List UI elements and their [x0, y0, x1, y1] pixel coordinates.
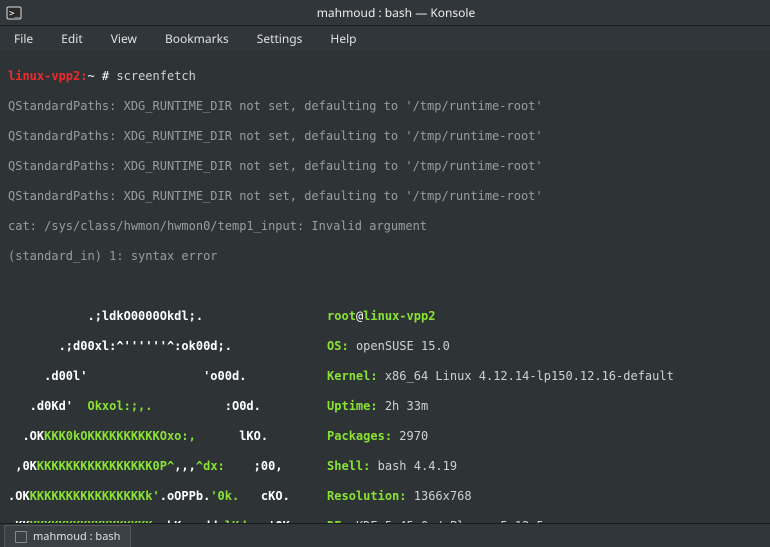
info-kernel-value: x86_64 Linux 4.12.14-lp150.12.16-default [378, 369, 674, 383]
prompt-hash: ~ # [87, 69, 109, 83]
menu-bar: File Edit View Bookmarks Settings Help [0, 26, 770, 50]
menu-edit[interactable]: Edit [55, 27, 88, 50]
info-packages-value: 2970 [392, 429, 428, 443]
window-title: mahmoud : bash — Konsole [22, 4, 770, 21]
info-shell-value: bash 4.4.19 [370, 459, 457, 473]
terminal-tab[interactable]: mahmoud : bash [4, 525, 131, 547]
menu-file[interactable]: File [8, 27, 39, 50]
info-host: linux-vpp2 [363, 309, 435, 323]
warn-line: QStandardPaths: XDG_RUNTIME_DIR not set,… [8, 159, 762, 174]
warn-line: cat: /sys/class/hwmon/hwmon0/temp1_input… [8, 219, 762, 234]
warn-line: QStandardPaths: XDG_RUNTIME_DIR not set,… [8, 99, 762, 114]
warn-line: QStandardPaths: XDG_RUNTIME_DIR not set,… [8, 189, 762, 204]
tab-label: mahmoud : bash [33, 529, 120, 544]
konsole-app-icon: >_ [6, 5, 22, 21]
info-kernel-label: Kernel: [327, 369, 378, 383]
info-uptime-label: Uptime: [327, 399, 378, 413]
info-os-label: OS: [327, 339, 349, 353]
menu-bookmarks[interactable]: Bookmarks [159, 27, 235, 50]
screenfetch-output: .;ldkO0000Okdl;. .;d00xl:^''''''^:ok00d;… [8, 294, 762, 523]
title-bar: >_ mahmoud : bash — Konsole [0, 0, 770, 26]
info-resolution-label: Resolution: [327, 489, 406, 503]
prompt-host: linux-vpp2: [8, 69, 87, 83]
prompt-command: screenfetch [116, 69, 195, 83]
close-tab-icon[interactable] [15, 531, 27, 543]
menu-view[interactable]: View [105, 27, 143, 50]
terminal[interactable]: linux-vpp2:~ # screenfetch QStandardPath… [0, 50, 770, 523]
info-shell-label: Shell: [327, 459, 370, 473]
info-os-value: openSUSE 15.0 [349, 339, 450, 353]
info-resolution-value: 1366x768 [407, 489, 472, 503]
info-user: root [327, 309, 356, 323]
info-packages-label: Packages: [327, 429, 392, 443]
info-uptime-value: 2h 33m [378, 399, 429, 413]
warn-line: (standard_in) 1: syntax error [8, 249, 762, 264]
warn-line: QStandardPaths: XDG_RUNTIME_DIR not set,… [8, 129, 762, 144]
menu-help[interactable]: Help [324, 27, 362, 50]
system-info: root@linux-vpp2 OS: openSUSE 15.0 Kernel… [297, 294, 674, 523]
tab-bar: mahmoud : bash [0, 523, 770, 547]
menu-settings[interactable]: Settings [251, 27, 309, 50]
svg-text:>_: >_ [9, 9, 20, 19]
prompt-line: linux-vpp2:~ # screenfetch [8, 69, 762, 84]
ascii-logo: .;ldkO0000Okdl;. .;d00xl:^''''''^:ok00d;… [8, 294, 297, 523]
